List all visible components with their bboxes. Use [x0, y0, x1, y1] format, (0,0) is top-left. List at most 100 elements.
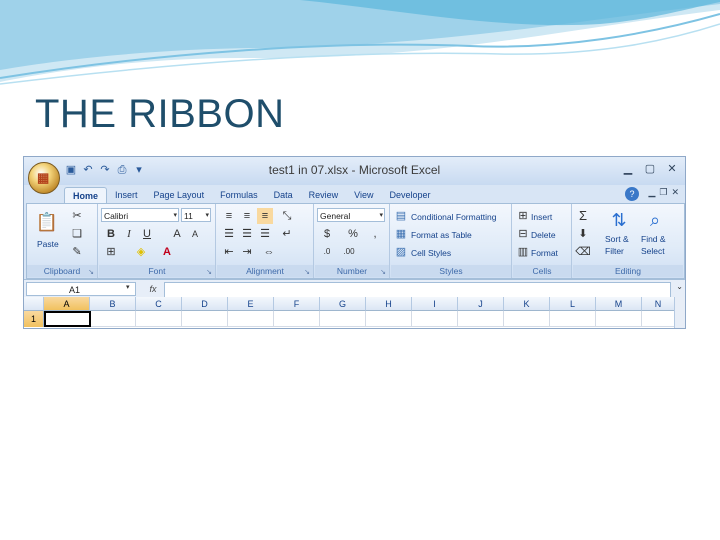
increase-decimal-icon[interactable]: .0	[319, 244, 335, 260]
redo-icon[interactable]: ↷	[98, 163, 112, 177]
workbook-minimize-icon[interactable]: ▁	[648, 187, 655, 198]
close-icon[interactable]: ✕	[663, 162, 681, 176]
sort-filter-line1[interactable]: Sort &	[605, 234, 629, 244]
cut-icon[interactable]: ✂	[69, 208, 85, 224]
fill-icon[interactable]: ⬇	[575, 226, 591, 242]
merge-center-icon[interactable]: ⇔	[261, 244, 277, 260]
find-select-line1[interactable]: Find &	[641, 234, 666, 244]
column-header-c[interactable]: C	[136, 297, 182, 311]
currency-icon[interactable]: $	[319, 226, 335, 242]
grow-font-icon[interactable]: A	[169, 226, 185, 242]
underline-button[interactable]: U	[139, 226, 155, 242]
help-icon[interactable]: ?	[625, 187, 639, 201]
align-top-icon[interactable]: ≡	[221, 208, 237, 224]
percent-button[interactable]: %	[345, 226, 361, 242]
cell-n1[interactable]	[642, 311, 675, 327]
comma-style-icon[interactable]: ,	[367, 226, 383, 242]
tab-data[interactable]: Data	[266, 187, 301, 203]
dialog-launcher-icon[interactable]: ↘	[88, 268, 94, 276]
cell-c1[interactable]	[136, 311, 182, 327]
expand-formula-bar-icon[interactable]: ⌄	[676, 282, 683, 291]
column-header-b[interactable]: B	[90, 297, 136, 311]
font-size-select[interactable]: 11 ▾	[181, 208, 211, 222]
number-launcher-icon[interactable]: ↘	[380, 268, 386, 276]
tab-home[interactable]: Home	[64, 187, 108, 204]
clear-icon[interactable]: ⌫	[575, 244, 591, 260]
conditional-formatting-button[interactable]: Conditional Formatting	[411, 212, 497, 222]
autosum-button[interactable]: Σ	[575, 208, 591, 224]
borders-icon[interactable]: ⊞	[103, 244, 119, 260]
format-painter-icon[interactable]: ✎	[69, 244, 85, 260]
align-right-icon[interactable]: ☰	[257, 226, 273, 242]
decrease-indent-icon[interactable]: ⇤	[221, 244, 237, 260]
tab-insert[interactable]: Insert	[107, 187, 146, 203]
vertical-scrollbar[interactable]	[674, 297, 685, 328]
italic-button[interactable]: I	[121, 226, 137, 242]
cell-k1[interactable]	[504, 311, 550, 327]
cell-l1[interactable]	[550, 311, 596, 327]
paste-icon[interactable]: 📋	[35, 210, 59, 234]
format-button[interactable]: Format	[531, 248, 558, 258]
column-header-h[interactable]: H	[366, 297, 412, 311]
align-bottom-icon[interactable]: ≡	[257, 208, 273, 224]
format-as-table-button[interactable]: Format as Table	[411, 230, 472, 240]
cell-h1[interactable]	[366, 311, 412, 327]
number-format-select[interactable]: General ▾	[317, 208, 385, 222]
column-header-j[interactable]: J	[458, 297, 504, 311]
align-left-icon[interactable]: ☰	[221, 226, 237, 242]
shrink-font-icon[interactable]: A	[187, 226, 203, 242]
workbook-close-icon[interactable]: ✕	[671, 187, 679, 198]
tab-view[interactable]: View	[346, 187, 381, 203]
column-header-m[interactable]: M	[596, 297, 642, 311]
tab-review[interactable]: Review	[301, 187, 347, 203]
font-family-select[interactable]: Calibri ▾	[101, 208, 179, 222]
undo-icon[interactable]: ↶	[81, 163, 95, 177]
insert-function-button[interactable]: fx	[146, 282, 160, 296]
align-center-icon[interactable]: ☰	[239, 226, 255, 242]
bold-button[interactable]: B	[103, 226, 119, 242]
column-header-n[interactable]: N	[642, 297, 675, 311]
wrap-text-icon[interactable]: ↵	[279, 226, 295, 242]
cell-b1[interactable]	[91, 311, 136, 327]
name-box[interactable]: A1	[26, 282, 136, 296]
delete-button[interactable]: Delete	[531, 230, 556, 240]
cell-i1[interactable]	[412, 311, 458, 327]
customize-icon[interactable]: ▾	[132, 163, 146, 177]
fill-color-icon[interactable]: ◈	[133, 244, 149, 260]
copy-icon[interactable]: ❏	[69, 226, 85, 242]
print-icon[interactable]: ⎙	[115, 163, 129, 177]
office-button[interactable]: ▦	[28, 162, 60, 194]
alignment-launcher-icon[interactable]: ↘	[304, 268, 310, 276]
binoculars-icon[interactable]: ⌕	[643, 208, 667, 232]
formula-input[interactable]	[164, 282, 671, 298]
increase-indent-icon[interactable]: ⇥	[239, 244, 255, 260]
orientation-icon[interactable]: ⤡	[279, 208, 295, 224]
cell-m1[interactable]	[596, 311, 642, 327]
cell-g1[interactable]	[320, 311, 366, 327]
select-all-corner[interactable]	[24, 297, 44, 311]
cell-j1[interactable]	[458, 311, 504, 327]
save-icon[interactable]: ▣	[64, 163, 78, 177]
cell-d1[interactable]	[182, 311, 228, 327]
column-header-d[interactable]: D	[182, 297, 228, 311]
column-header-l[interactable]: L	[550, 297, 596, 311]
sort-filter-icon[interactable]: ⇅	[607, 208, 631, 232]
tab-formulas[interactable]: Formulas	[212, 187, 266, 203]
font-launcher-icon[interactable]: ↘	[206, 268, 212, 276]
align-middle-icon[interactable]: ≡	[239, 208, 255, 224]
column-header-g[interactable]: G	[320, 297, 366, 311]
find-select-line2[interactable]: Select	[641, 246, 665, 256]
minimize-icon[interactable]: ▁	[619, 162, 637, 176]
cell-f1[interactable]	[274, 311, 320, 327]
name-box-dropdown-icon[interactable]: ▾	[126, 283, 130, 291]
column-header-e[interactable]: E	[228, 297, 274, 311]
workbook-restore-icon[interactable]: ❐	[659, 187, 667, 198]
column-header-i[interactable]: I	[412, 297, 458, 311]
column-header-k[interactable]: K	[504, 297, 550, 311]
font-color-icon[interactable]: A	[159, 244, 175, 260]
row-header-1[interactable]: 1	[24, 311, 44, 327]
paste-button[interactable]: Paste	[37, 239, 59, 249]
cell-e1[interactable]	[228, 311, 274, 327]
sort-filter-line2[interactable]: Filter	[605, 246, 624, 256]
decrease-decimal-icon[interactable]: .00	[341, 244, 357, 260]
